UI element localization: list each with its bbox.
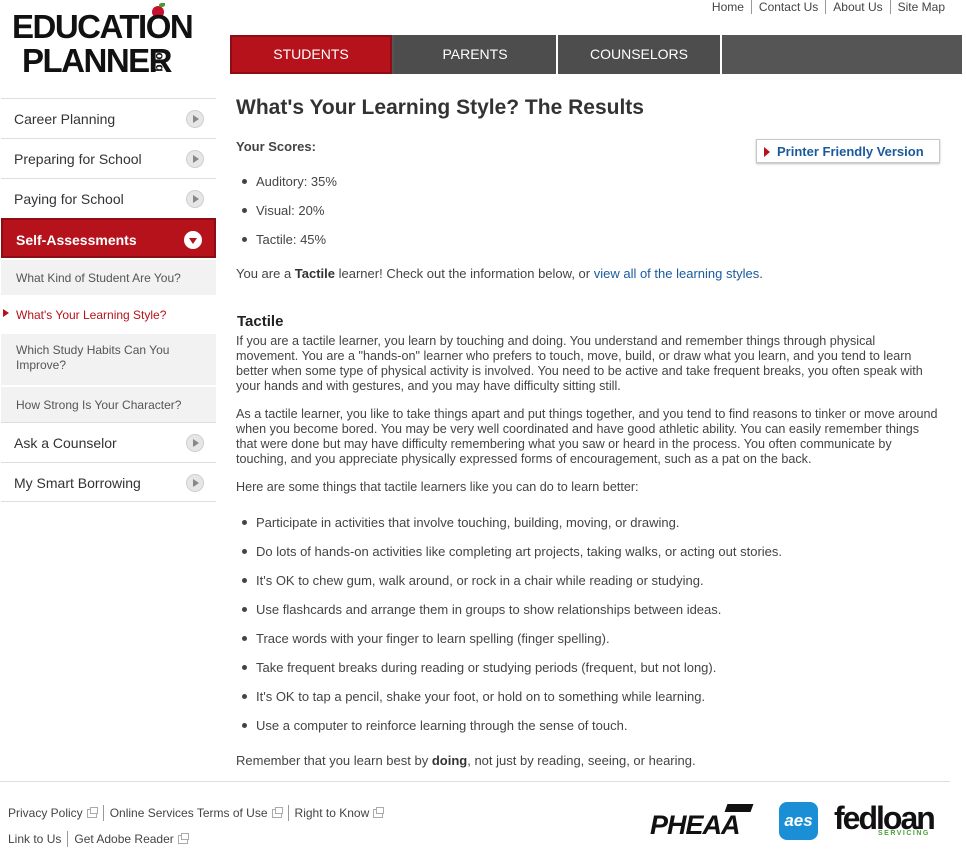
- adobe-reader-link[interactable]: Get Adobe Reader: [67, 831, 193, 847]
- arrow-right-icon: [186, 474, 204, 492]
- tip-item: Do lots of hands-on activities like comp…: [240, 544, 782, 573]
- site-map-link[interactable]: Site Map: [889, 0, 952, 14]
- arrow-right-icon: [186, 434, 204, 452]
- result-summary: You are a Tactile learner! Check out the…: [236, 266, 763, 281]
- tip-item: It's OK to tap a pencil, shake your foot…: [240, 689, 782, 718]
- arrow-right-icon: [764, 147, 770, 157]
- sidebar-item-label: Preparing for School: [14, 151, 142, 167]
- main-nav-filler: [722, 35, 962, 74]
- privacy-policy-link[interactable]: Privacy Policy: [8, 805, 103, 821]
- link-to-us-link[interactable]: Link to Us: [8, 831, 67, 847]
- tip-item: Use a computer to reinforce learning thr…: [240, 718, 782, 747]
- link-label: Get Adobe Reader: [74, 832, 174, 846]
- education-planner-logo[interactable]: EDUCATION PLANNER .org: [10, 3, 205, 79]
- footer-divider: [0, 781, 950, 782]
- sidebar-item-label: Paying for School: [14, 191, 124, 207]
- footer-links: Privacy Policy Online Services Terms of …: [8, 800, 389, 852]
- score-item: Visual: 20%: [240, 203, 337, 232]
- tip-item: It's OK to chew gum, walk around, or roc…: [240, 573, 782, 602]
- printer-friendly-label: Printer Friendly Version: [777, 144, 924, 159]
- closing-end: , not just by reading, seeing, or hearin…: [467, 753, 696, 768]
- terms-of-use-link[interactable]: Online Services Terms of Use: [102, 805, 288, 821]
- sidebar-item-label: Self-Assessments: [16, 232, 137, 248]
- result-style: Tactile: [294, 266, 336, 281]
- closing-prefix: Remember that you learn best by: [236, 753, 432, 768]
- sidebar-subitem-label: How Strong Is Your Character?: [16, 398, 182, 412]
- tip-item: Trace words with your finger to learn sp…: [240, 631, 782, 660]
- result-end: .: [759, 266, 763, 281]
- score-item: Auditory: 35%: [240, 174, 337, 203]
- link-label: Privacy Policy: [8, 806, 83, 820]
- paragraph: If you are a tactile learner, you learn …: [236, 334, 923, 393]
- sidebar-item-career-planning[interactable]: Career Planning: [1, 98, 216, 138]
- about-us-link[interactable]: About Us: [825, 0, 889, 14]
- sidebar-subitem-character[interactable]: How Strong Is Your Character?: [1, 385, 216, 422]
- sidebar-item-paying-for-school[interactable]: Paying for School: [1, 178, 216, 218]
- scores-heading: Your Scores:: [236, 139, 316, 154]
- link-label: Right to Know: [294, 806, 370, 820]
- sidebar-subitem-label: Which Study Habits Can You Improve?: [16, 343, 170, 372]
- scores-list: Auditory: 35% Visual: 20% Tactile: 45%: [240, 174, 337, 261]
- tab-parents[interactable]: PARENTS: [394, 35, 558, 74]
- partner-logos: PHEAA aes fedloan SERVICING: [648, 798, 948, 846]
- fedloan-servicing-label: SERVICING: [878, 830, 930, 837]
- external-link-icon: [177, 832, 189, 844]
- current-page-arrow-icon: [3, 309, 9, 317]
- tips-list: Participate in activities that involve t…: [240, 515, 782, 747]
- leaf-icon: [159, 3, 165, 7]
- utility-nav: Home Contact Us About Us Site Map: [705, 0, 952, 14]
- sidebar-item-self-assessments[interactable]: Self-Assessments: [1, 218, 216, 258]
- chevron-down-icon: [184, 231, 202, 249]
- sidebar-item-my-smart-borrowing[interactable]: My Smart Borrowing: [1, 462, 216, 502]
- sidebar-subitem-label: What's Your Learning Style?: [16, 308, 167, 322]
- result-prefix: You are a: [236, 266, 295, 281]
- closing-text: Remember that you learn best by doing, n…: [236, 753, 696, 768]
- paragraph: Here are some things that tactile learne…: [236, 480, 639, 494]
- external-link-icon: [86, 806, 98, 818]
- arrow-right-icon: [186, 150, 204, 168]
- footer-row: Link to Us Get Adobe Reader: [8, 826, 389, 852]
- home-link[interactable]: Home: [705, 0, 751, 14]
- score-item: Tactile: 45%: [240, 232, 337, 261]
- sidebar-item-label: Ask a Counselor: [14, 435, 117, 451]
- main-nav: STUDENTS PARENTS COUNSELORS: [230, 35, 962, 74]
- tip-item: Take frequent breaks during reading or s…: [240, 660, 782, 689]
- right-to-know-link[interactable]: Right to Know: [287, 805, 390, 821]
- sidebar-item-label: My Smart Borrowing: [14, 475, 141, 491]
- sidebar: Career Planning Preparing for School Pay…: [1, 98, 216, 502]
- external-link-icon: [373, 806, 385, 818]
- page-title: What's Your Learning Style? The Results: [236, 96, 644, 119]
- view-all-learning-styles-link[interactable]: view all of the learning styles: [594, 266, 759, 281]
- pheaa-logo[interactable]: PHEAA: [650, 810, 741, 841]
- sidebar-item-preparing-for-school[interactable]: Preparing for School: [1, 138, 216, 178]
- logo-line2: PLANNER: [22, 42, 173, 79]
- footer-row: Privacy Policy Online Services Terms of …: [8, 800, 389, 826]
- link-label: Link to Us: [8, 832, 62, 846]
- sidebar-subitem-what-kind-of-student[interactable]: What Kind of Student Are You?: [1, 258, 216, 295]
- tip-item: Participate in activities that involve t…: [240, 515, 782, 544]
- sidebar-item-ask-a-counselor[interactable]: Ask a Counselor: [1, 422, 216, 462]
- tab-counselors[interactable]: COUNSELORS: [558, 35, 722, 74]
- arrow-right-icon: [186, 190, 204, 208]
- result-middle: learner! Check out the information below…: [335, 266, 594, 281]
- printer-friendly-button[interactable]: Printer Friendly Version: [756, 139, 940, 163]
- external-link-icon: [271, 806, 283, 818]
- link-label: Online Services Terms of Use: [109, 806, 268, 820]
- logo-line1: EDUCATION: [12, 8, 194, 45]
- contact-us-link[interactable]: Contact Us: [750, 0, 825, 14]
- sidebar-subitem-learning-style[interactable]: What's Your Learning Style?: [1, 295, 216, 332]
- paragraph: As a tactile learner, you like to take t…: [236, 407, 938, 466]
- logo-suffix: .org: [153, 49, 167, 72]
- section-heading: Tactile: [237, 313, 284, 330]
- closing-bold: doing: [431, 753, 468, 768]
- aes-logo[interactable]: aes: [779, 802, 818, 840]
- sidebar-item-label: Career Planning: [14, 111, 116, 127]
- arrow-right-icon: [186, 110, 204, 128]
- tab-students[interactable]: STUDENTS: [230, 35, 392, 74]
- sidebar-subitem-label: What Kind of Student Are You?: [16, 271, 181, 285]
- sidebar-subitem-study-habits[interactable]: Which Study Habits Can You Improve?: [1, 332, 216, 385]
- tip-item: Use flashcards and arrange them in group…: [240, 602, 782, 631]
